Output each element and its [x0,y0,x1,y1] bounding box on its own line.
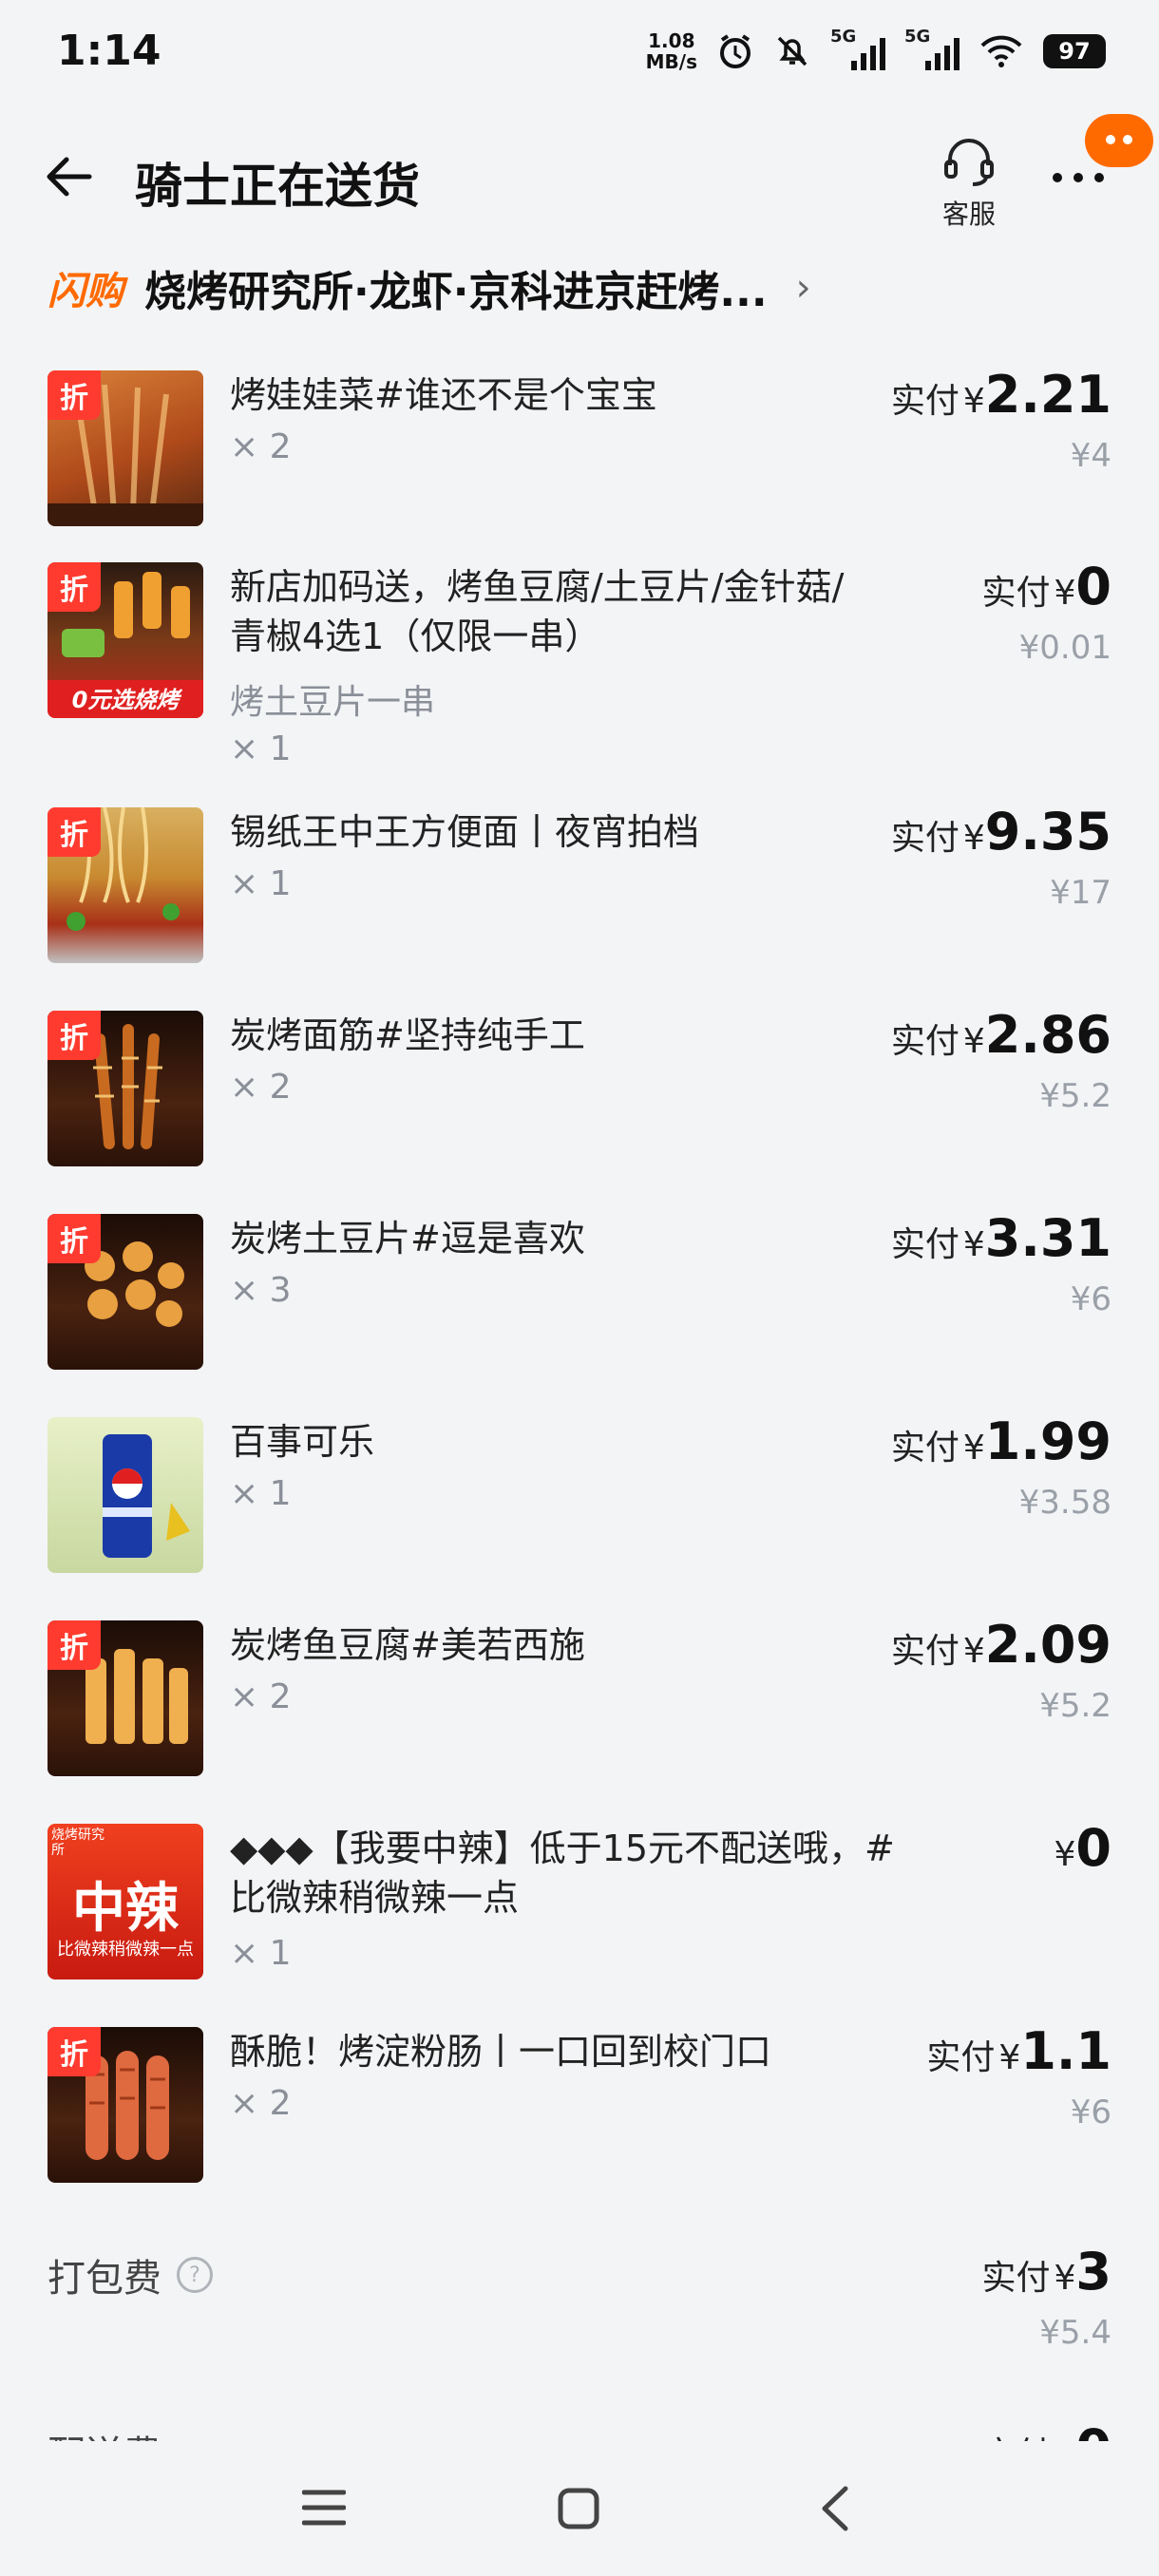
thumbnail-caption: 比微辣稍微辣一点 [57,1940,194,1960]
shop-row[interactable]: 闪购 烧烤研究所·龙虾·京科进京赶烤... › [48,255,1130,321]
product-thumbnail: 折 [48,807,203,963]
discount-tag: 折 [48,2027,101,2076]
item-quantity: × 1 [230,729,292,768]
product-thumbnail: 折 [48,1620,203,1776]
order-item[interactable]: 折 锡纸王中王方便面丨夜宵拍档 × 1 实付 ¥9.35 ¥17 [48,802,1112,969]
signal-icon: 5G [830,27,885,70]
menu-icon[interactable] [302,2489,346,2527]
discount-tag: 折 [48,1011,101,1060]
mute-bell-icon [777,36,808,66]
original-price: ¥6 [1070,1280,1112,1318]
system-navigation-bar [0,2441,1159,2576]
item-name: 新店加码送，烤鱼豆腐/土豆片/金针菇/ 青椒4选1（仅限一串） [230,566,845,657]
item-quantity: × 2 [230,427,292,466]
product-thumbnail: 折 [48,1011,203,1166]
original-price: ¥17 [1050,874,1112,912]
help-icon[interactable]: ? [177,2257,213,2293]
order-item[interactable]: 折 酥脆！烤淀粉肠丨一口回到校门口 × 2 实付 ¥1.1 ¥6 [48,2021,1112,2188]
home-icon[interactable] [557,2487,600,2530]
order-item[interactable]: 折 炭烤鱼豆腐#美若西施 × 2 实付 ¥2.09 ¥5.2 [48,1615,1112,1782]
wifi-icon [980,35,1022,67]
flash-buy-badge: 闪购 [48,270,124,313]
chevron-right-icon: › [795,266,811,310]
order-item[interactable]: 折 烤娃娃菜#谁还不是个宝宝 × 2 实付 ¥2.21 ¥4 [48,365,1112,532]
item-quantity: × 1 [230,864,292,903]
discount-tag: 折 [48,1620,101,1670]
shop-name: 烧烤研究所·龙虾·京科进京赶烤... [144,268,768,316]
header: 骑士正在送货 客服 [0,114,1159,237]
thumbnail-title: 中辣 [72,1878,179,1940]
original-price: ¥4 [1070,437,1112,475]
battery-indicator: 97 [1043,34,1106,68]
service-label: 客服 [941,199,996,230]
thumbnail-shop-mark: 烧烤研究所 [51,1828,104,1858]
item-name: 百事可乐 [230,1421,375,1463]
order-item[interactable]: 百事可乐 × 1 实付 ¥1.99 ¥3.58 [48,1411,1112,1579]
item-spec: 烤土豆片一串 [230,683,436,722]
original-price: ¥5.4 [1039,2314,1112,2352]
paid-price: 实付 ¥1.99 [890,1411,1112,1471]
original-price: ¥5.2 [1039,1077,1112,1115]
page-title: 骑士正在送货 [135,159,420,214]
discount-tag: 折 [48,1214,101,1263]
original-price: ¥5.2 [1039,1687,1112,1725]
status-time: 1:14 [57,27,162,75]
paid-price: 实付¥0 [981,557,1112,616]
thumbnail-caption: 0元选烧烤 [71,687,180,713]
item-name: ◆◆◆【我要中辣】低于15元不配送哦，# 比微辣稍微辣一点 [230,1828,895,1919]
order-item[interactable]: 折 炭烤土豆片#逗是喜欢 × 3 实付 ¥3.31 ¥6 [48,1208,1112,1375]
original-price: ¥0.01 [1018,629,1112,667]
back-arrow-icon[interactable] [40,148,97,205]
item-name: 炭烤面筋#坚持纯手工 [230,1014,585,1056]
paid-price: 实付 ¥1.1 [926,2021,1112,2081]
discount-tag: 折 [48,370,101,420]
item-quantity: × 2 [230,1677,292,1716]
paid-price: ¥0 [1054,1818,1112,1878]
order-item[interactable]: 折 0元选烧烤 新店加码送，烤鱼豆腐/土豆片/金针菇/ 青椒4选1（仅限一串） … [48,557,1112,781]
product-thumbnail: 烧烤研究所 中辣 比微辣稍微辣一点 [48,1824,203,1979]
status-icons: 1.08 MB/s 5G 5G 97 [646,25,1106,78]
item-name: 炭烤鱼豆腐#美若西施 [230,1624,585,1666]
original-price: ¥3.58 [1018,1484,1112,1522]
status-bar: 1:14 1.08 MB/s 5G 5G 97 [0,0,1159,104]
alarm-icon [720,34,750,68]
net-speed: 1.08 MB/s [645,29,697,73]
item-quantity: × 2 [230,1068,292,1107]
original-price: ¥6 [1070,2093,1112,2131]
paid-price: 实付 ¥3.31 [890,1208,1112,1268]
item-quantity: × 3 [230,1271,292,1310]
item-name: 烤娃娃菜#谁还不是个宝宝 [230,374,657,416]
discount-tag: 折 [48,807,101,857]
item-name: 炭烤土豆片#逗是喜欢 [230,1218,585,1260]
soda-can-image [103,1434,190,1558]
discount-tag: 折 [48,562,101,612]
back-icon[interactable] [819,2485,851,2532]
packaging-fee-row: 打包费 ? 实付 ¥3 ¥5.4 [48,2242,1112,2361]
item-name: 锡纸王中王方便面丨夜宵拍档 [230,811,700,853]
paid-price: 实付 ¥2.86 [890,1005,1112,1065]
paid-price: 实付 ¥2.21 [890,365,1112,425]
item-quantity: × 1 [230,1474,292,1513]
product-thumbnail: 折 [48,1214,203,1370]
paid-price: 实付 ¥9.35 [890,802,1112,862]
product-thumbnail: 折 0元选烧烤 [48,562,203,718]
headset-icon [944,139,994,186]
customer-service-button[interactable]: 客服 [931,133,1007,232]
fee-label: 打包费 [48,2257,162,2301]
product-thumbnail: 折 [48,2027,203,2183]
paid-price: 实付 ¥2.09 [890,1615,1112,1675]
chat-bubble-icon[interactable] [1085,114,1153,167]
item-quantity: × 1 [230,1934,292,1973]
item-name: 酥脆！烤淀粉肠丨一口回到校门口 [230,2031,772,2073]
paid-price: 实付 ¥3 [981,2242,1112,2301]
more-options-icon[interactable] [1050,163,1107,192]
order-item[interactable]: 折 炭烤面筋#坚持纯手工 × 2 实付 ¥2.86 ¥5.2 [48,1005,1112,1172]
order-item[interactable]: 烧烤研究所 中辣 比微辣稍微辣一点 ◆◆◆【我要中辣】低于15元不配送哦，# 比… [48,1818,1112,1985]
item-quantity: × 2 [230,2084,292,2123]
signal-icon: 5G [904,27,960,70]
product-thumbnail: 折 [48,370,203,526]
product-thumbnail [48,1417,203,1573]
